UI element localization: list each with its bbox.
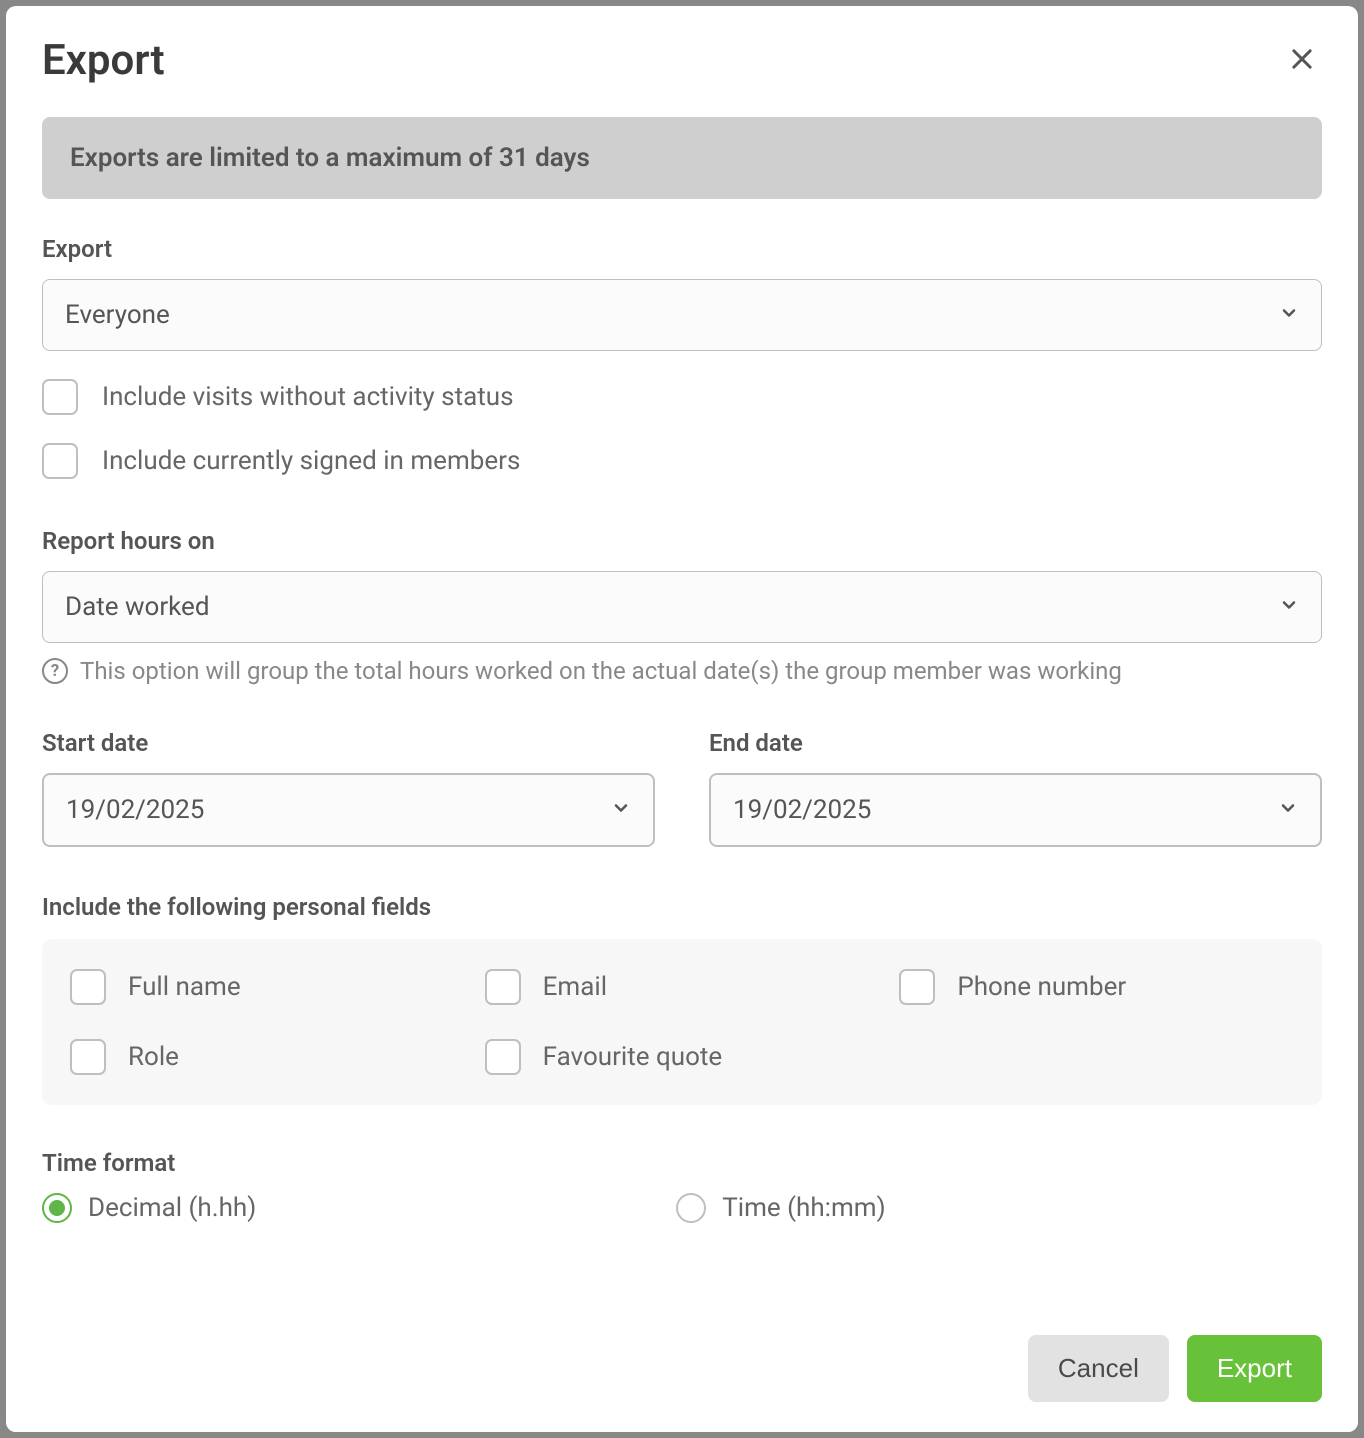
checkbox-row-no-activity: Include visits without activity status bbox=[42, 379, 1322, 415]
field-row-phone: Phone number bbox=[899, 969, 1294, 1005]
chevron-down-icon bbox=[1279, 300, 1299, 330]
export-button[interactable]: Export bbox=[1187, 1335, 1322, 1402]
scroll-fade bbox=[6, 1259, 1358, 1309]
chevron-down-icon bbox=[611, 795, 631, 825]
checkbox-fullname[interactable] bbox=[70, 969, 106, 1005]
radio-item-decimal: Decimal (h.hh) bbox=[42, 1193, 256, 1223]
checkbox-favquote[interactable] bbox=[485, 1039, 521, 1075]
checkbox-email[interactable] bbox=[485, 969, 521, 1005]
label-fullname: Full name bbox=[128, 972, 241, 1002]
start-date-value: 19/02/2025 bbox=[66, 795, 204, 825]
checkbox-include-signed-in[interactable] bbox=[42, 443, 78, 479]
report-hours-helper: ? This option will group the total hours… bbox=[42, 657, 1322, 685]
personal-fields-label: Include the following personal fields bbox=[42, 893, 1322, 921]
modal-title: Export bbox=[42, 36, 165, 85]
time-format-row: Decimal (h.hh) Time (hh:mm) bbox=[42, 1193, 1322, 1223]
date-row: Start date 19/02/2025 End date 19/02/202… bbox=[42, 729, 1322, 847]
radio-time[interactable] bbox=[676, 1193, 706, 1223]
radio-decimal[interactable] bbox=[42, 1193, 72, 1223]
checkbox-label-signed-in: Include currently signed in members bbox=[102, 446, 520, 476]
report-hours-helper-text: This option will group the total hours w… bbox=[80, 657, 1122, 685]
info-banner: Exports are limited to a maximum of 31 d… bbox=[42, 117, 1322, 199]
end-date-select[interactable]: 19/02/2025 bbox=[709, 773, 1322, 847]
field-row-fullname: Full name bbox=[70, 969, 465, 1005]
end-date-col: End date 19/02/2025 bbox=[709, 729, 1322, 847]
close-icon bbox=[1288, 58, 1316, 77]
modal-footer: Cancel Export bbox=[6, 1309, 1358, 1432]
radio-label-time: Time (hh:mm) bbox=[722, 1193, 885, 1223]
time-format-label: Time format bbox=[42, 1149, 1322, 1177]
checkbox-role[interactable] bbox=[70, 1039, 106, 1075]
export-label: Export bbox=[42, 235, 1322, 263]
checkbox-phone[interactable] bbox=[899, 969, 935, 1005]
report-hours-select[interactable]: Date worked bbox=[42, 571, 1322, 643]
modal-body: Exports are limited to a maximum of 31 d… bbox=[6, 105, 1358, 1309]
radio-item-time: Time (hh:mm) bbox=[676, 1193, 885, 1223]
export-select-value: Everyone bbox=[65, 300, 170, 330]
personal-fields-panel: Full name Email Phone number Role Favour… bbox=[42, 939, 1322, 1105]
report-hours-label: Report hours on bbox=[42, 527, 1322, 555]
label-favquote: Favourite quote bbox=[543, 1042, 723, 1072]
end-date-label: End date bbox=[709, 729, 1322, 757]
label-email: Email bbox=[543, 972, 607, 1002]
start-date-col: Start date 19/02/2025 bbox=[42, 729, 655, 847]
end-date-value: 19/02/2025 bbox=[733, 795, 871, 825]
modal-header: Export bbox=[6, 6, 1358, 105]
field-row-email: Email bbox=[485, 969, 880, 1005]
export-select[interactable]: Everyone bbox=[42, 279, 1322, 351]
close-button[interactable] bbox=[1282, 39, 1322, 83]
checkbox-row-signed-in: Include currently signed in members bbox=[42, 443, 1322, 479]
field-row-favquote: Favourite quote bbox=[485, 1039, 880, 1075]
field-row-role: Role bbox=[70, 1039, 465, 1075]
start-date-select[interactable]: 19/02/2025 bbox=[42, 773, 655, 847]
checkbox-label-no-activity: Include visits without activity status bbox=[102, 382, 514, 412]
label-phone: Phone number bbox=[957, 972, 1126, 1002]
cancel-button[interactable]: Cancel bbox=[1028, 1335, 1169, 1402]
report-hours-value: Date worked bbox=[65, 592, 210, 622]
chevron-down-icon bbox=[1278, 795, 1298, 825]
export-modal: Export Exports are limited to a maximum … bbox=[6, 6, 1358, 1432]
label-role: Role bbox=[128, 1042, 179, 1072]
checkbox-include-no-activity[interactable] bbox=[42, 379, 78, 415]
start-date-label: Start date bbox=[42, 729, 655, 757]
help-icon: ? bbox=[42, 658, 68, 684]
radio-label-decimal: Decimal (h.hh) bbox=[88, 1193, 256, 1223]
chevron-down-icon bbox=[1279, 592, 1299, 622]
